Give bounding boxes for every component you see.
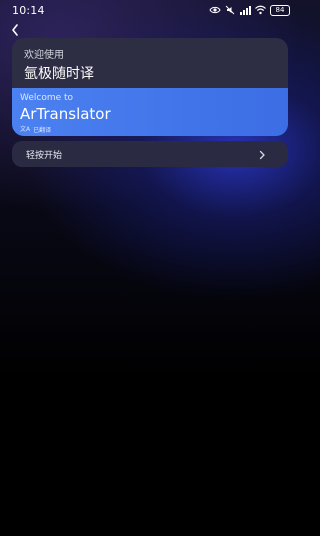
battery-icon: 84: [270, 4, 290, 16]
tap-to-start-label: 轻按开始: [26, 150, 63, 161]
welcome-label: 欢迎使用: [24, 50, 64, 61]
status-icons: 84: [209, 4, 290, 16]
tap-to-start-button[interactable]: 轻按开始: [12, 141, 288, 167]
mute-icon: [225, 5, 235, 15]
translate-icon: 文A: [20, 125, 31, 133]
status-time: 10:14: [12, 3, 45, 17]
wifi-icon: [255, 5, 266, 15]
eye-icon: [209, 5, 221, 15]
app-name: 氩极随时译: [24, 66, 94, 82]
translated-label: 已翻译: [33, 127, 52, 134]
translation-result-text: ArTranslator: [20, 105, 111, 123]
translation-section: Welcome to ArTranslator 文A 已翻译: [12, 88, 288, 136]
signal-icon: [239, 5, 251, 15]
welcome-card: 欢迎使用 氩极随时译 Welcome to ArTranslator 文A 已翻…: [12, 38, 288, 136]
welcome-section: 欢迎使用 氩极随时译: [12, 38, 288, 88]
chevron-right-icon: [259, 145, 266, 164]
translation-source-text: Welcome to: [20, 93, 74, 103]
translated-status: 文A 已翻译: [20, 125, 51, 134]
status-bar: 10:14 84: [0, 0, 300, 20]
